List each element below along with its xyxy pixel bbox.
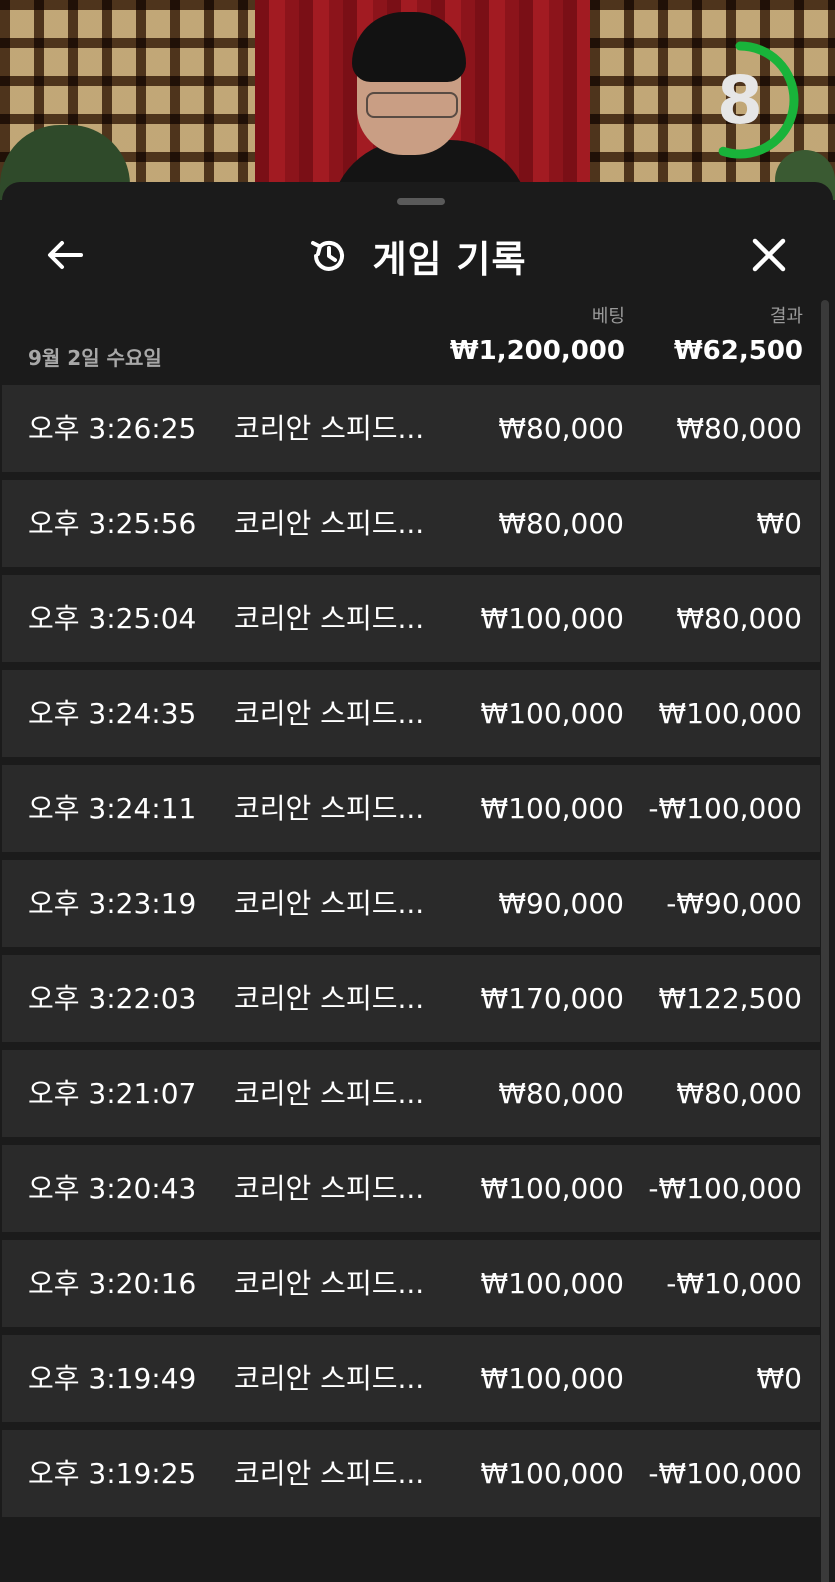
page-title: 게임 기록 xyxy=(372,238,527,281)
row-time: 오후 3:25:04 xyxy=(28,602,197,635)
dealer-glasses xyxy=(366,92,458,118)
row-game-name: 코리안 스피드... xyxy=(234,412,425,445)
header-title-group: 게임 기록 xyxy=(2,226,833,286)
row-result-amount: ₩0 xyxy=(756,507,803,540)
row-time: 오후 3:20:43 xyxy=(28,1172,197,1205)
row-game-name: 코리안 스피드... xyxy=(234,507,425,540)
history-icon xyxy=(311,240,345,271)
row-time: 오후 3:20:16 xyxy=(28,1267,197,1300)
row-game-name: 코리안 스피드... xyxy=(234,697,425,730)
panel-header: 게임 기록 xyxy=(2,212,833,292)
row-bet-amount: ₩90,000 xyxy=(498,887,624,920)
history-row[interactable]: 오후 3:24:11 코리안 스피드... ₩100,000 -₩100,000 xyxy=(2,765,820,852)
timer-value: 8 xyxy=(717,61,763,139)
row-bet-amount: ₩100,000 xyxy=(480,1172,624,1205)
history-row[interactable]: 오후 3:20:16 코리안 스피드... ₩100,000 -₩10,000 xyxy=(2,1240,820,1327)
result-column-label: 결과 xyxy=(769,306,803,327)
row-result-amount: -₩100,000 xyxy=(648,1457,802,1490)
history-row[interactable]: 오후 3:25:56 코리안 스피드... ₩80,000 ₩0 xyxy=(2,480,820,567)
close-button[interactable] xyxy=(744,230,794,280)
row-time: 오후 3:19:49 xyxy=(28,1362,197,1395)
row-game-name: 코리안 스피드... xyxy=(234,982,425,1015)
row-time: 오후 3:25:56 xyxy=(28,507,197,540)
row-game-name: 코리안 스피드... xyxy=(234,1077,425,1110)
history-row[interactable]: 오후 3:23:19 코리안 스피드... ₩90,000 -₩90,000 xyxy=(2,860,820,947)
total-result: ₩62,500 xyxy=(673,336,803,366)
row-bet-amount: ₩100,000 xyxy=(480,1267,624,1300)
row-result-amount: -₩90,000 xyxy=(666,887,802,920)
row-time: 오후 3:23:19 xyxy=(28,887,197,920)
row-time: 오후 3:24:11 xyxy=(28,792,197,825)
date-label: 9월 2일 수요일 xyxy=(28,346,162,370)
row-result-amount: ₩80,000 xyxy=(676,602,802,635)
row-bet-amount: ₩80,000 xyxy=(498,1077,624,1110)
game-history-panel: 게임 기록 베팅 결과 9월 2일 수요일 ₩1,200,000 ₩62,500… xyxy=(2,182,833,1582)
history-row[interactable]: 오후 3:19:25 코리안 스피드... ₩100,000 -₩100,000 xyxy=(2,1430,820,1517)
total-bet: ₩1,200,000 xyxy=(449,336,625,366)
row-time: 오후 3:24:35 xyxy=(28,697,197,730)
row-game-name: 코리안 스피드... xyxy=(234,887,425,920)
history-row[interactable]: 오후 3:22:03 코리안 스피드... ₩170,000 ₩122,500 xyxy=(2,955,820,1042)
row-game-name: 코리안 스피드... xyxy=(234,602,425,635)
live-video-feed: 8 xyxy=(0,0,835,200)
history-row[interactable]: 오후 3:24:35 코리안 스피드... ₩100,000 ₩100,000 xyxy=(2,670,820,757)
row-game-name: 코리안 스피드... xyxy=(234,1172,425,1205)
row-bet-amount: ₩100,000 xyxy=(480,792,624,825)
row-result-amount: -₩10,000 xyxy=(666,1267,802,1300)
row-result-amount: -₩100,000 xyxy=(648,792,802,825)
day-summary: 베팅 결과 9월 2일 수요일 ₩1,200,000 ₩62,500 xyxy=(2,292,833,386)
row-result-amount: -₩100,000 xyxy=(648,1172,802,1205)
row-time: 오후 3:21:07 xyxy=(28,1077,197,1110)
row-bet-amount: ₩80,000 xyxy=(498,412,624,445)
bet-column-label: 베팅 xyxy=(591,306,625,327)
row-game-name: 코리안 스피드... xyxy=(234,1362,425,1395)
row-time: 오후 3:26:25 xyxy=(28,412,197,445)
history-row[interactable]: 오후 3:25:04 코리안 스피드... ₩100,000 ₩80,000 xyxy=(2,575,820,662)
row-bet-amount: ₩100,000 xyxy=(480,697,624,730)
history-list: 오후 3:26:25 코리안 스피드... ₩80,000 ₩80,000 오후 3:2… xyxy=(2,385,820,1525)
row-time: 오후 3:19:25 xyxy=(28,1457,197,1490)
history-row[interactable]: 오후 3:21:07 코리안 스피드... ₩80,000 ₩80,000 xyxy=(2,1050,820,1137)
drag-handle[interactable] xyxy=(397,198,445,205)
row-result-amount: ₩80,000 xyxy=(676,1077,802,1110)
history-row[interactable]: 오후 3:20:43 코리안 스피드... ₩100,000 -₩100,000 xyxy=(2,1145,820,1232)
row-bet-amount: ₩80,000 xyxy=(498,507,624,540)
row-result-amount: ₩80,000 xyxy=(676,412,802,445)
scrollbar[interactable] xyxy=(821,300,829,1582)
row-result-amount: ₩0 xyxy=(756,1362,803,1395)
countdown-timer: 8 xyxy=(678,38,802,162)
row-bet-amount: ₩170,000 xyxy=(480,982,624,1015)
row-time: 오후 3:22:03 xyxy=(28,982,197,1015)
row-game-name: 코리안 스피드... xyxy=(234,1457,425,1490)
row-bet-amount: ₩100,000 xyxy=(480,1362,624,1395)
history-row[interactable]: 오후 3:19:49 코리안 스피드... ₩100,000 ₩0 xyxy=(2,1335,820,1422)
row-result-amount: ₩100,000 xyxy=(658,697,802,730)
row-game-name: 코리안 스피드... xyxy=(234,792,425,825)
close-icon xyxy=(752,238,786,272)
row-game-name: 코리안 스피드... xyxy=(234,1267,425,1300)
row-result-amount: ₩122,500 xyxy=(658,982,802,1015)
row-bet-amount: ₩100,000 xyxy=(480,602,624,635)
row-bet-amount: ₩100,000 xyxy=(480,1457,624,1490)
history-row[interactable]: 오후 3:26:25 코리안 스피드... ₩80,000 ₩80,000 xyxy=(2,385,820,472)
